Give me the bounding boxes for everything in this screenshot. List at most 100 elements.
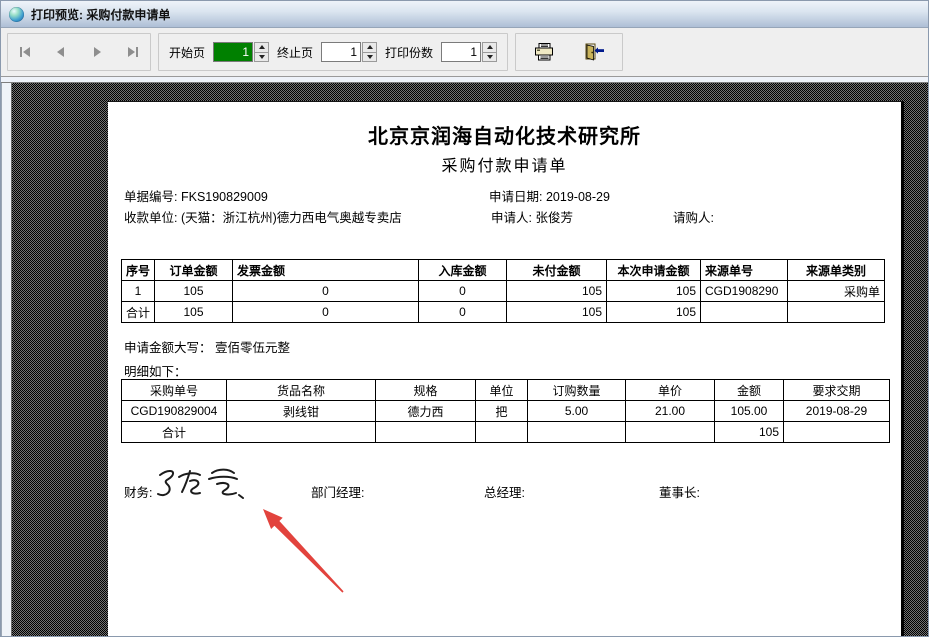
cell: 德力西 [376, 401, 476, 422]
start-page-label: 开始页 [169, 44, 205, 61]
finance-label: 财务: [124, 482, 152, 501]
apply-date-label: 申请日期: [489, 190, 542, 204]
cell: 105 [607, 281, 701, 302]
copies-down-button[interactable] [482, 52, 497, 63]
next-page-button[interactable] [85, 40, 109, 64]
up-arrow-icon [259, 45, 265, 49]
cell [528, 422, 626, 443]
cell: 剥线钳 [227, 401, 376, 422]
exit-button[interactable] [580, 39, 608, 65]
last-page-icon [125, 46, 139, 58]
chairman-label: 董事长: [659, 482, 700, 501]
cell: 采购单 [788, 281, 885, 302]
applicant-label: 申请人: [491, 211, 532, 225]
applicant-field: 申请人: 张俊芳 [491, 207, 573, 226]
summary-total-row: 合计 105 0 0 105 105 [122, 302, 885, 323]
cell [788, 302, 885, 323]
cell: 0 [233, 281, 419, 302]
cell: 105 [155, 302, 233, 323]
cell: 0 [419, 302, 507, 323]
col-header: 入库金额 [419, 260, 507, 281]
last-page-button[interactable] [120, 40, 144, 64]
doc-no-value: FKS190829009 [181, 190, 268, 204]
table-row: 1 105 0 0 105 105 CGD1908290 采购单 [122, 281, 885, 302]
col-header: 订购数量 [528, 380, 626, 401]
cell: 105 [507, 302, 607, 323]
dept-manager-label: 部门经理: [311, 482, 364, 501]
up-arrow-icon [487, 45, 493, 49]
end-page-spinner: 1 [321, 42, 377, 62]
cell: 1 [122, 281, 155, 302]
down-arrow-icon [259, 55, 265, 59]
col-header: 未付金额 [507, 260, 607, 281]
preview-left-edge [1, 83, 12, 636]
form-title: 采购付款申请单 [108, 152, 901, 176]
cell: 5.00 [528, 401, 626, 422]
col-header: 订单金额 [155, 260, 233, 281]
print-button[interactable] [530, 39, 558, 65]
copies-input[interactable]: 1 [441, 42, 481, 62]
end-page-down-button[interactable] [362, 52, 377, 63]
col-header: 来源单类别 [788, 260, 885, 281]
col-header: 序号 [122, 260, 155, 281]
general-manager-label: 总经理: [484, 482, 525, 501]
down-arrow-icon [487, 55, 493, 59]
apply-date-value: 2019-08-29 [546, 190, 610, 204]
start-page-spinner: 1 [213, 42, 269, 62]
payee-field: 收款单位: (天猫：浙江杭州)德力西电气奥越专卖店 [124, 207, 402, 226]
handwritten-signature [152, 465, 252, 505]
col-header: 单位 [476, 380, 528, 401]
prev-page-icon [55, 46, 67, 58]
summary-header-row: 序号 订单金额 发票金额 入库金额 未付金额 本次申请金额 来源单号 来源单类别 [122, 260, 885, 281]
start-page-down-button[interactable] [254, 52, 269, 63]
app-sphere-icon [9, 7, 24, 22]
cell [626, 422, 715, 443]
col-header: 规格 [376, 380, 476, 401]
exit-door-icon [583, 42, 605, 62]
payee-label: 收款单位: [124, 211, 177, 225]
first-page-button[interactable] [14, 40, 38, 64]
cell [784, 422, 890, 443]
cell: 21.00 [626, 401, 715, 422]
cell [701, 302, 788, 323]
copies-label: 打印份数 [385, 44, 433, 61]
cell: 2019-08-29 [784, 401, 890, 422]
start-page-input[interactable]: 1 [213, 42, 253, 62]
col-header: 发票金额 [233, 260, 419, 281]
nav-button-group [7, 33, 151, 71]
toolbar: 开始页 1 终止页 1 打印份数 1 [1, 28, 928, 77]
preview-area: 北京京润海自动化技术研究所 采购付款申请单 单据编号: FKS190829009… [1, 83, 928, 636]
doc-no-label: 单据编号: [124, 190, 177, 204]
col-header: 单价 [626, 380, 715, 401]
cell: 105 [607, 302, 701, 323]
first-page-icon [19, 46, 33, 58]
apply-date-field: 申请日期: 2019-08-29 [489, 186, 610, 205]
col-header: 要求交期 [784, 380, 890, 401]
amount-caps-label: 申请金额大写： [124, 341, 212, 355]
cell: 把 [476, 401, 528, 422]
end-page-label: 终止页 [277, 44, 313, 61]
cell: 合计 [122, 302, 155, 323]
col-header: 来源单号 [701, 260, 788, 281]
amount-caps-field: 申请金额大写： 壹佰零伍元整 [124, 337, 290, 356]
detail-caption: 明细如下： [124, 361, 187, 380]
title-bar: 打印预览: 采购付款申请单 [1, 1, 928, 28]
cell: 0 [419, 281, 507, 302]
page-range-group: 开始页 1 终止页 1 打印份数 1 [158, 33, 508, 71]
col-header: 货品名称 [227, 380, 376, 401]
applicant-value: 张俊芳 [535, 211, 573, 225]
requester-field: 请购人: [673, 207, 714, 226]
cell: CGD190829004 [122, 401, 227, 422]
summary-table: 序号 订单金额 发票金额 入库金额 未付金额 本次申请金额 来源单号 来源单类别… [121, 259, 885, 323]
requester-label: 请购人: [673, 211, 714, 225]
detail-header-row: 采购单号 货品名称 规格 单位 订购数量 单价 金额 要求交期 [122, 380, 890, 401]
prev-page-button[interactable] [49, 40, 73, 64]
table-row: CGD190829004 剥线钳 德力西 把 5.00 21.00 105.00… [122, 401, 890, 422]
detail-table: 采购单号 货品名称 规格 单位 订购数量 单价 金额 要求交期 CGD19082… [121, 379, 890, 443]
col-header: 采购单号 [122, 380, 227, 401]
end-page-input[interactable]: 1 [321, 42, 361, 62]
window-title: 打印预览: 采购付款申请单 [31, 6, 170, 23]
printer-icon [533, 42, 555, 62]
print-preview-window: 打印预览: 采购付款申请单 [0, 0, 929, 637]
doc-no-field: 单据编号: FKS190829009 [124, 186, 268, 205]
